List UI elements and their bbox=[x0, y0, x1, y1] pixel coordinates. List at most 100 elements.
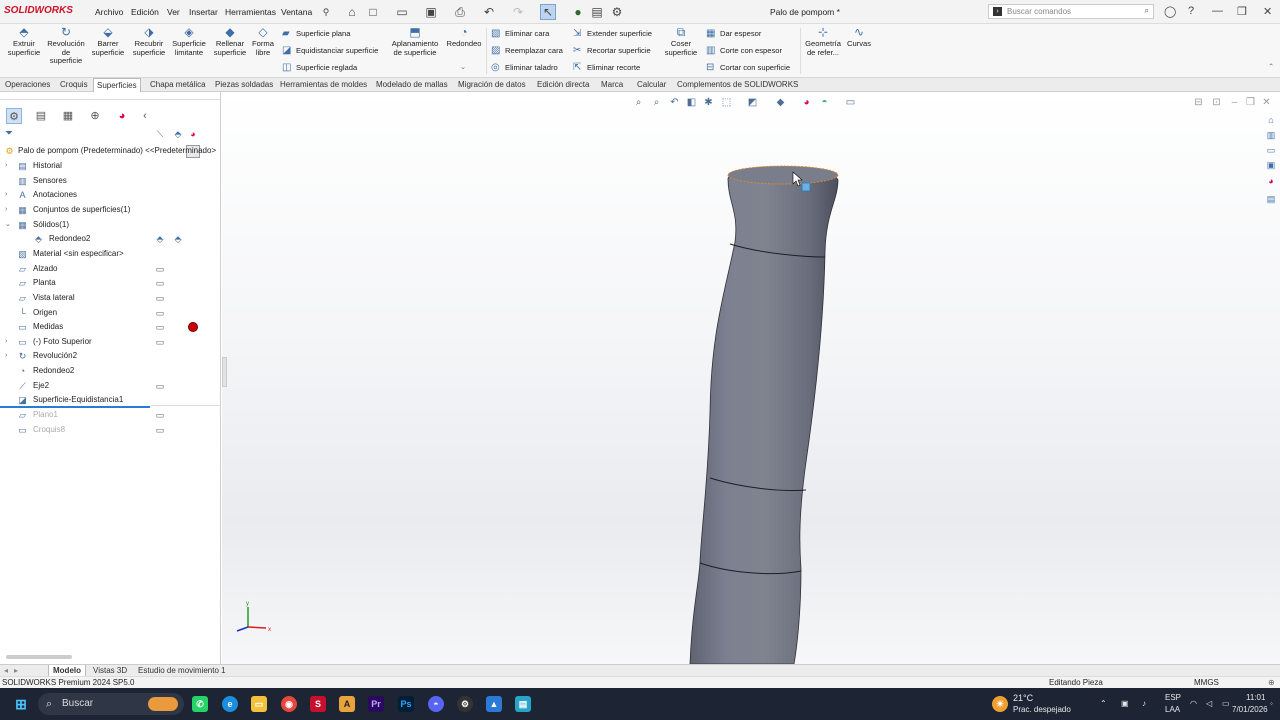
boundary-surface-button[interactable]: ◈ Superficie limitante bbox=[170, 26, 208, 57]
tree-item-revoluci-n2[interactable]: › ↻ Revolución2 bbox=[0, 349, 150, 363]
collapse-panel-icon[interactable]: ‹ bbox=[137, 108, 153, 124]
tree-item-vista-lateral[interactable]: ▱ Vista lateral bbox=[0, 291, 150, 305]
file-explorer-icon[interactable]: ▭ bbox=[1264, 143, 1278, 157]
tab-herramientas-moldes[interactable]: Herramientas de moldes bbox=[277, 78, 370, 92]
tree-item-historial[interactable]: › ▤ Historial bbox=[0, 159, 150, 173]
menu-insertar[interactable]: Insertar bbox=[189, 7, 218, 17]
planar-surface-button[interactable]: ▰ Superficie plana bbox=[282, 28, 350, 39]
tab-superficies[interactable]: Superficies bbox=[93, 78, 141, 92]
extend-surface-button[interactable]: ⇲ Extender superficie bbox=[573, 28, 652, 39]
display-manager-tab[interactable]: ◕ bbox=[114, 108, 130, 124]
open-icon[interactable]: ▭ bbox=[394, 4, 410, 20]
tree-item-material-sin-especificar[interactable]: ▧ Material <sin especificar> bbox=[0, 247, 150, 261]
tree-item-alzado[interactable]: ▱ Alzado bbox=[0, 262, 150, 276]
select-pointer-icon[interactable]: ↖ bbox=[540, 4, 556, 20]
solidworks-resources-icon[interactable]: ⌂ bbox=[1264, 113, 1278, 127]
tree-item-foto-superior[interactable]: › ▭ (-) Foto Superior bbox=[0, 335, 150, 349]
notepad-icon[interactable]: ▤ bbox=[515, 696, 531, 712]
delete-face-button[interactable]: ▧ Eliminar cara bbox=[491, 28, 549, 39]
sketch-toggle-icon[interactable]: ▭ bbox=[155, 425, 165, 435]
origin-toggle-icon[interactable]: ▭ bbox=[155, 308, 165, 318]
plane-toggle-icon[interactable]: ▭ bbox=[155, 410, 165, 420]
expand-icon[interactable]: › bbox=[5, 159, 11, 173]
redo-icon[interactable]: ↷ bbox=[510, 4, 526, 20]
search-icon[interactable]: ⌕ bbox=[1145, 6, 1149, 16]
menu-herramientas[interactable]: Herramientas bbox=[225, 7, 276, 17]
help-icon[interactable]: ? bbox=[1188, 5, 1194, 17]
discord-icon[interactable]: ◓ bbox=[428, 696, 444, 712]
filter-icon[interactable]: ⏷ bbox=[5, 128, 13, 139]
trim-surface-button[interactable]: ✂ Recortar superficie bbox=[573, 45, 651, 56]
minimize-icon[interactable]: — bbox=[1212, 5, 1223, 17]
tray-app-icon[interactable]: ▣ bbox=[1121, 699, 1129, 708]
tree-item-redondeo2[interactable]: ⬘ Redondeo2 bbox=[0, 232, 150, 246]
flatten-surface-button[interactable]: ⬒ Aplanamiento de superficie bbox=[388, 26, 442, 57]
language-code[interactable]: ESP bbox=[1165, 693, 1181, 702]
file-properties-icon[interactable]: ▤ bbox=[589, 4, 605, 20]
delete-hole-button[interactable]: ◎ Eliminar taladro bbox=[491, 62, 558, 73]
tree-scrollbar[interactable] bbox=[6, 655, 72, 659]
edge-icon[interactable]: e bbox=[222, 696, 238, 712]
tab-piezas-soldadas[interactable]: Piezas soldadas bbox=[212, 78, 276, 92]
plane-toggle-icon[interactable]: ▭ bbox=[155, 278, 165, 288]
tree-item-sensores[interactable]: ▥ Sensores bbox=[0, 174, 150, 188]
extrude-surface-button[interactable]: ⬘ Extruir superficie bbox=[6, 26, 42, 57]
expand-icon[interactable]: › bbox=[5, 188, 11, 202]
expand-icon[interactable]: ⌄ bbox=[5, 218, 11, 232]
untrim-surface-button[interactable]: ⇱ Eliminar recorte bbox=[573, 62, 640, 73]
graphics-area[interactable]: ⌕ ⌕ ↶ ◧ ✱ ⬚ ◩ ◆ ◕ ◓ ▭ ⊟ ⊡ – ❐ ✕ y x bbox=[222, 92, 1280, 664]
rebuild-icon[interactable]: ● bbox=[570, 4, 586, 20]
windows-start-icon[interactable]: ⊞ bbox=[13, 696, 29, 712]
account-icon[interactable]: ◯ bbox=[1164, 5, 1176, 18]
photos-icon[interactable]: ▲ bbox=[486, 696, 502, 712]
plane-toggle-icon[interactable]: ▭ bbox=[155, 264, 165, 274]
feature-manager-tab[interactable]: ⚙ bbox=[6, 108, 22, 124]
options-gear-icon[interactable]: ⚙ bbox=[609, 4, 625, 20]
microphone-icon[interactable]: ♪ bbox=[1142, 699, 1146, 708]
axis-toggle-icon[interactable]: ▭ bbox=[155, 381, 165, 391]
save-icon[interactable]: ▣ bbox=[423, 4, 439, 20]
configuration-manager-tab[interactable]: ▦ bbox=[60, 108, 76, 124]
panel-splitter[interactable] bbox=[0, 92, 220, 100]
fill-surface-button[interactable]: ◆ Rellenar superficie bbox=[211, 26, 249, 57]
property-manager-tab[interactable]: ▤ bbox=[33, 108, 49, 124]
rollback-line[interactable] bbox=[0, 406, 150, 408]
fillet-button[interactable]: ◔ Redondeo bbox=[445, 26, 483, 49]
tab-marca[interactable]: Marca bbox=[598, 78, 626, 92]
sweep-surface-button[interactable]: ⬙ Barrer superficie bbox=[90, 26, 126, 57]
appearances-icon[interactable]: ◕ bbox=[1264, 174, 1278, 188]
tree-item-plano1[interactable]: ▱ Plano1 bbox=[0, 408, 150, 422]
replace-face-button[interactable]: ▨ Reemplazar cara bbox=[491, 45, 563, 56]
freeform-button[interactable]: ◇ Forma libre bbox=[251, 26, 275, 57]
pin-icon[interactable]: ⚲ bbox=[318, 4, 334, 20]
weather-desc[interactable]: Prac. despejado bbox=[1013, 705, 1071, 714]
tab-modelado-mallas[interactable]: Modelado de mallas bbox=[373, 78, 451, 92]
tab-scroll-left-icon[interactable]: ◂ bbox=[4, 666, 8, 675]
rollback-bar[interactable] bbox=[151, 405, 221, 406]
fillet-dropdown-icon[interactable]: ⌄ bbox=[460, 62, 466, 71]
chrome-icon[interactable]: ◉ bbox=[281, 696, 297, 712]
illustrator-icon[interactable]: A bbox=[339, 696, 355, 712]
premiere-icon[interactable]: Pr bbox=[368, 696, 384, 712]
home-icon[interactable]: ⌂ bbox=[344, 4, 360, 20]
tree-item-planta[interactable]: ▱ Planta bbox=[0, 276, 150, 290]
tree-item-eje2[interactable]: ⟋ Eje2 bbox=[0, 379, 150, 393]
tab-edicion-directa[interactable]: Edición directa bbox=[534, 78, 592, 92]
sketch-toggle-icon[interactable]: ▭ bbox=[155, 337, 165, 347]
search-commands-input[interactable]: › Buscar comandos ⌕ bbox=[988, 4, 1154, 19]
loft-surface-button[interactable]: ⬗ Recubrir superficie bbox=[130, 26, 168, 57]
menu-edicion[interactable]: Edición bbox=[131, 7, 159, 17]
taskbar-search[interactable]: ⌕ Buscar bbox=[38, 693, 184, 715]
tray-overflow-icon[interactable]: ⌃ bbox=[1100, 699, 1107, 708]
expand-icon[interactable]: › bbox=[5, 349, 11, 363]
curves-button[interactable]: ∿ Curvas bbox=[846, 26, 872, 49]
tab-complementos[interactable]: Complementos de SOLIDWORKS bbox=[674, 78, 801, 92]
design-library-icon[interactable]: ▥ bbox=[1264, 128, 1278, 142]
volume-icon[interactable]: ◁ bbox=[1206, 699, 1212, 708]
settings-taskbar-icon[interactable]: ⚙ bbox=[457, 696, 473, 712]
weather-icon[interactable]: ☀ bbox=[992, 696, 1008, 712]
thicken-button[interactable]: ▦ Dar espesor bbox=[706, 28, 761, 39]
maximize-icon[interactable]: ❐ bbox=[1237, 5, 1247, 18]
folder-toggle-icon[interactable]: ▭ bbox=[155, 322, 165, 332]
tree-item-croquis8[interactable]: ▭ Croquis8 bbox=[0, 423, 150, 437]
